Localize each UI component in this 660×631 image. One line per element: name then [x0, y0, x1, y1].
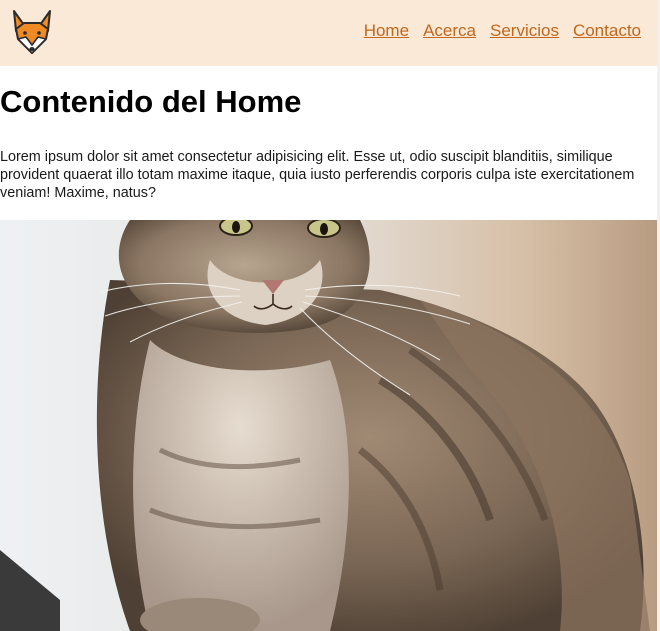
fox-logo-icon[interactable] [10, 5, 54, 57]
nav-link-acerca[interactable]: Acerca [423, 21, 476, 41]
site-header: Home Acerca Servicios Contacto [0, 0, 657, 66]
intro-paragraph: Lorem ipsum dolor sit amet consectetur a… [0, 149, 635, 201]
cat-illustration [0, 220, 657, 631]
nav-link-home[interactable]: Home [364, 21, 409, 41]
cat-photo [0, 220, 657, 631]
nav-link-contacto[interactable]: Contacto [573, 21, 641, 41]
nav-link-servicios[interactable]: Servicios [490, 21, 559, 41]
main-nav: Home Acerca Servicios Contacto [364, 21, 641, 41]
page: Home Acerca Servicios Contacto Contenido… [0, 0, 660, 631]
page-title: Contenido del Home [0, 84, 302, 119]
